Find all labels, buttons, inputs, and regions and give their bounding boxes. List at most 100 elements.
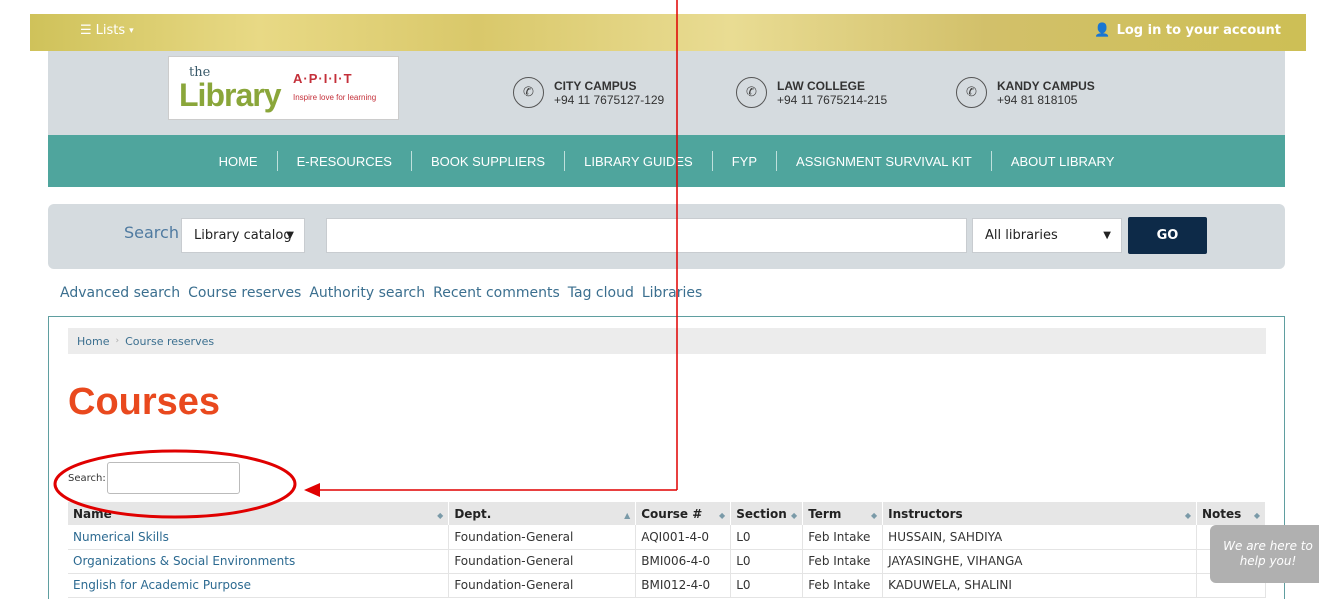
course-name-link[interactable]: English for Academic Purpose — [68, 573, 450, 598]
chevron-down-icon: ▼ — [1103, 230, 1111, 241]
table-row: English for Academic Purpose Foundation-… — [68, 573, 1267, 598]
col-label: Section — [736, 506, 787, 521]
top-banner: ☰ Lists ▾ 👤 Log in to your account — [30, 14, 1306, 51]
filter-input[interactable] — [106, 462, 240, 494]
cell-instructors: HUSSAIN, SAHDIYA — [882, 525, 1197, 550]
col-dept[interactable]: Dept. ▲ — [448, 502, 637, 525]
col-term[interactable]: Term ◆ — [802, 502, 884, 525]
search-label: Search — [124, 223, 179, 242]
contact-kandy-campus: ✆ KANDY CAMPUS +94 81 818105 — [956, 77, 1095, 108]
apiit-wordmark: A·P·I·I·T — [293, 71, 353, 86]
library-wordmark: the Library — [169, 57, 287, 119]
main-content: Home › Course reserves Courses Search: N… — [48, 316, 1285, 599]
chevron-right-icon: › — [115, 336, 120, 346]
page-title: Courses — [68, 381, 221, 423]
user-icon: 👤 — [1094, 23, 1111, 38]
nav-about-library[interactable]: ABOUT LIBRARY — [992, 154, 1134, 169]
sort-icon: ◆ — [437, 510, 444, 520]
library-select[interactable]: All libraries ▼ — [972, 218, 1122, 253]
cell-course-number: AQI001-4-0 — [635, 525, 732, 550]
link-libraries[interactable]: Libraries — [642, 285, 702, 301]
contact-phone: +94 81 818105 — [997, 92, 1078, 107]
phone-icon: ✆ — [956, 77, 987, 108]
link-advanced-search[interactable]: Advanced search — [60, 285, 180, 301]
col-label: Course # — [641, 506, 703, 521]
link-course-reserves[interactable]: Course reserves — [188, 285, 301, 301]
nav-fyp[interactable]: FYP — [713, 154, 776, 169]
col-instructors[interactable]: Instructors ◆ — [882, 502, 1197, 525]
chat-line-2: help you! — [1239, 554, 1297, 568]
sort-icon: ◆ — [871, 510, 878, 520]
contact-name: CITY CAMPUS — [554, 78, 637, 93]
nav-library-guides[interactable]: LIBRARY GUIDES — [565, 154, 712, 169]
cell-term: Feb Intake — [802, 525, 884, 550]
col-section[interactable]: Section ◆ — [730, 502, 804, 525]
nav-book-suppliers[interactable]: BOOK SUPPLIERS — [412, 154, 564, 169]
search-scope-value: Library catalog — [194, 228, 292, 243]
sort-icon: ▲ — [624, 510, 631, 520]
contact-name: KANDY CAMPUS — [997, 78, 1095, 93]
cell-section: L0 — [730, 549, 804, 574]
chevron-down-icon: ▼ — [286, 230, 294, 241]
lists-label: Lists — [95, 23, 126, 38]
courses-table: Name ◆ Dept. ▲ Course # ◆ Section ◆ Term ◆ In… — [68, 502, 1267, 598]
sort-icon: ◆ — [1253, 510, 1260, 520]
breadcrumb: Home › Course reserves — [68, 328, 1266, 354]
chat-widget[interactable]: We are here to help you! — [1210, 525, 1319, 583]
cell-course-number: BMI006-4-0 — [635, 549, 732, 574]
contact-law-college: ✆ LAW COLLEGE +94 11 7675214-215 — [736, 77, 887, 108]
search-scope-select[interactable]: Library catalog ▼ — [181, 218, 305, 253]
search-bar: Search Library catalog ▼ All libraries ▼… — [48, 204, 1285, 269]
nav-home[interactable]: HOME — [200, 154, 277, 169]
logo-word: Library — [179, 77, 281, 113]
library-select-value: All libraries — [985, 228, 1058, 243]
phone-icon: ✆ — [736, 77, 767, 108]
course-name-link[interactable]: Numerical Skills — [68, 525, 450, 550]
cell-dept: Foundation-General — [448, 549, 637, 574]
contact-phone: +94 11 7675127-129 — [554, 92, 665, 107]
main-nav: HOME E-RESOURCES BOOK SUPPLIERS LIBRARY … — [48, 135, 1285, 187]
cell-course-number: BMI012-4-0 — [635, 573, 732, 598]
link-tag-cloud[interactable]: Tag cloud — [568, 285, 634, 301]
col-notes[interactable]: Notes ◆ — [1196, 502, 1267, 525]
filter-label: Search: — [68, 472, 106, 484]
search-input[interactable] — [326, 218, 967, 253]
more-searches: Advanced search Course reserves Authorit… — [60, 285, 702, 301]
nav-assignment-survival-kit[interactable]: ASSIGNMENT SURVIVAL KIT — [777, 154, 991, 169]
course-name-link[interactable]: Organizations & Social Environments — [68, 549, 450, 574]
cell-term: Feb Intake — [802, 549, 884, 574]
logo-tagline: Inspire love for learning — [293, 93, 377, 102]
cell-dept: Foundation-General — [448, 573, 637, 598]
login-label: Log in to your account — [1116, 23, 1281, 38]
col-course-number[interactable]: Course # ◆ — [635, 502, 732, 525]
site-header: the Library A·P·I·I·T Inspire love for l… — [48, 51, 1285, 135]
cell-section: L0 — [730, 525, 804, 550]
sort-icon: ◆ — [719, 510, 726, 520]
lists-menu[interactable]: ☰ Lists ▾ — [80, 23, 134, 38]
col-name[interactable]: Name ◆ — [68, 502, 450, 525]
nav-e-resources[interactable]: E-RESOURCES — [278, 154, 411, 169]
col-label: Instructors — [888, 506, 963, 521]
login-link[interactable]: 👤 Log in to your account — [1094, 23, 1281, 38]
cell-dept: Foundation-General — [448, 525, 637, 550]
chat-line-1: We are here to — [1223, 539, 1313, 553]
cell-term: Feb Intake — [802, 573, 884, 598]
contact-phone: +94 11 7675214-215 — [777, 92, 888, 107]
col-label: Dept. — [454, 506, 492, 521]
link-recent-comments[interactable]: Recent comments — [433, 285, 560, 301]
table-row: Organizations & Social Environments Foun… — [68, 549, 1267, 574]
col-label: Notes — [1201, 506, 1242, 521]
sort-icon: ◆ — [791, 510, 798, 520]
breadcrumb-home[interactable]: Home — [77, 335, 109, 348]
phone-icon: ✆ — [513, 77, 544, 108]
link-authority-search[interactable]: Authority search — [309, 285, 425, 301]
contact-name: LAW COLLEGE — [777, 78, 865, 93]
table-filter: Search: — [68, 462, 240, 494]
col-label: Term — [808, 506, 842, 521]
breadcrumb-current[interactable]: Course reserves — [125, 335, 214, 348]
library-logo[interactable]: the Library A·P·I·I·T Inspire love for l… — [168, 56, 399, 120]
go-button[interactable]: GO — [1128, 217, 1207, 254]
table-header-row: Name ◆ Dept. ▲ Course # ◆ Section ◆ Term ◆ In… — [68, 502, 1267, 525]
table-row: Numerical Skills Foundation-General AQI0… — [68, 525, 1267, 550]
contact-city-campus: ✆ CITY CAMPUS +94 11 7675127-129 — [513, 77, 664, 108]
